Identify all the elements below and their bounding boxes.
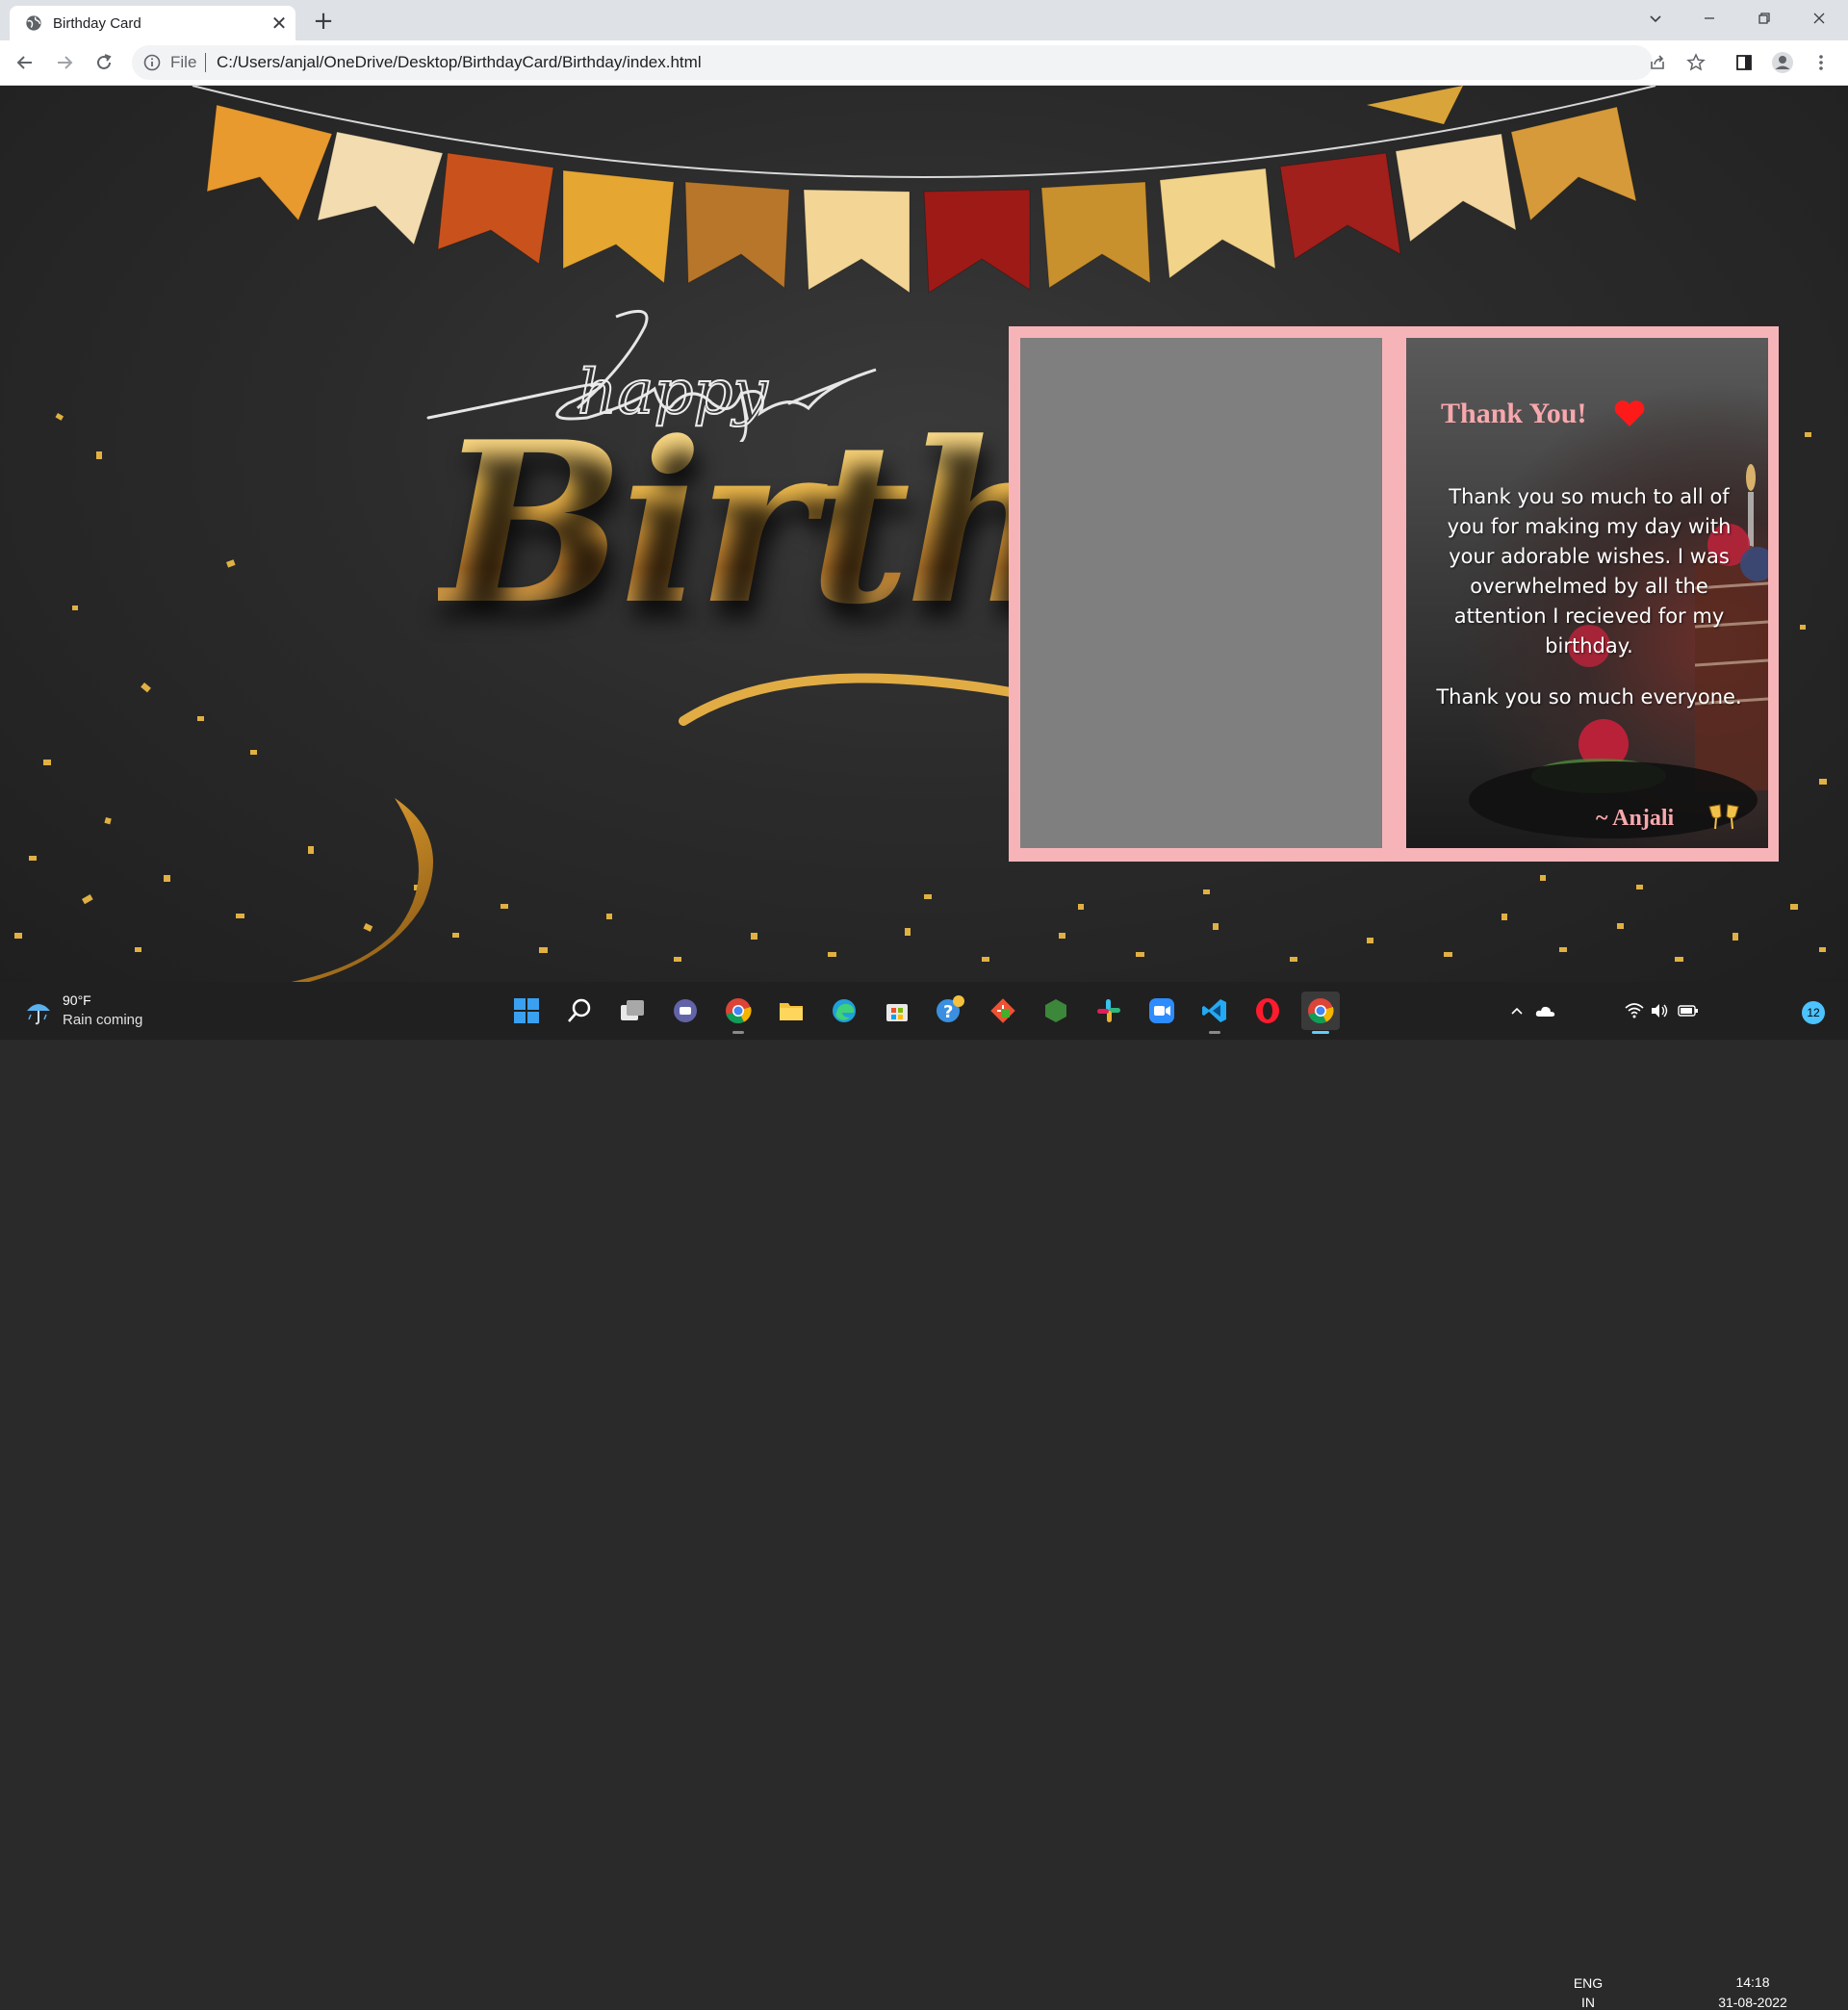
search-icon[interactable] (560, 992, 599, 1030)
zoom-icon[interactable] (1142, 992, 1181, 1030)
tab-birthday-card[interactable]: Birthday Card ✕ (10, 6, 295, 40)
globe-icon (26, 15, 41, 31)
heart-icon (1614, 400, 1645, 426)
restore-button[interactable] (1737, 0, 1791, 37)
tab-search-icon[interactable] (1629, 0, 1682, 37)
address-bar[interactable]: File C:/Users/anjal/OneDrive/Desktop/Bir… (132, 45, 1653, 80)
back-button[interactable] (10, 47, 40, 78)
volume-icon[interactable] (1646, 992, 1673, 1030)
weather-temperature[interactable]: 90°F (63, 992, 91, 1008)
new-tab-button[interactable]: + (310, 8, 337, 35)
close-tab-icon[interactable]: ✕ (268, 12, 291, 35)
card-message-paragraph-2: Thank you so much everyone. (1436, 685, 1742, 709)
onedrive-cloud-icon[interactable] (1528, 992, 1563, 1030)
windows-taskbar: 90°F Rain coming ? ENG IN 14:18 31-08-20… (0, 982, 1848, 2010)
microsoft-store-icon[interactable] (878, 992, 916, 1030)
clinking-glasses-icon (1708, 804, 1739, 830)
info-icon[interactable] (143, 54, 161, 71)
teams-chat-icon[interactable] (666, 992, 705, 1030)
url-text[interactable]: C:/Users/anjal/OneDrive/Desktop/Birthday… (217, 53, 702, 72)
svg-text:?: ? (943, 1002, 953, 1022)
side-panel-icon[interactable] (1729, 47, 1759, 78)
notification-count-badge[interactable]: 12 (1802, 1001, 1825, 1024)
forward-button[interactable] (49, 47, 80, 78)
reload-button[interactable] (89, 47, 119, 78)
share-icon[interactable] (1642, 47, 1673, 78)
slack-icon[interactable] (1090, 992, 1128, 1030)
wifi-icon[interactable] (1621, 992, 1648, 1030)
git-icon[interactable] (984, 992, 1022, 1030)
more-menu-icon[interactable] (1806, 47, 1836, 78)
vscode-icon[interactable] (1195, 992, 1234, 1034)
chrome-icon[interactable] (719, 992, 757, 1034)
battery-charging-icon[interactable] (1673, 992, 1704, 1030)
pennant-bunting-decoration (192, 86, 1656, 294)
chrome-active-icon[interactable] (1301, 992, 1340, 1034)
url-separator (205, 53, 206, 72)
birthday-page: happy Birthday Thank You! Thank you so m… (0, 86, 1848, 982)
browser-toolbar: File C:/Users/anjal/OneDrive/Desktop/Bir… (0, 40, 1848, 86)
opera-icon[interactable] (1248, 992, 1287, 1030)
language-indicator-eng[interactable]: ENG (1571, 1975, 1605, 1991)
card-front-panel (1020, 338, 1382, 848)
url-scheme-label: File (170, 53, 197, 71)
tab-title: Birthday Card (53, 15, 141, 32)
start-icon[interactable] (507, 992, 546, 1030)
card-message: Thank you so much to all of you for maki… (1435, 482, 1743, 734)
nodejs-icon[interactable] (1037, 992, 1075, 1030)
minimize-button[interactable] (1682, 0, 1736, 37)
weather-description[interactable]: Rain coming (63, 1012, 142, 1028)
card-signature: ~ Anjali (1596, 806, 1675, 831)
gold-ribbon-decoration (291, 798, 433, 982)
clock-date[interactable]: 31-08-2022 (1709, 1995, 1796, 2010)
language-indicator-in[interactable]: IN (1571, 1995, 1605, 2010)
task-view-icon[interactable] (613, 992, 652, 1030)
weather-rain-icon[interactable] (23, 995, 54, 1026)
close-window-button[interactable] (1792, 0, 1846, 37)
browser-tab-strip: Birthday Card ✕ + (0, 0, 1848, 40)
get-help-icon[interactable]: ? (931, 992, 969, 1030)
card-message-paragraph-1: Thank you so much to all of you for maki… (1447, 485, 1732, 657)
card-heading: Thank You! (1441, 398, 1587, 429)
gold-swoosh-decoration (679, 673, 1015, 726)
profile-avatar-icon[interactable] (1767, 47, 1798, 78)
bookmark-star-icon[interactable] (1681, 47, 1711, 78)
file-explorer-icon[interactable] (772, 992, 810, 1030)
clock-time[interactable]: 14:18 (1709, 1974, 1796, 1990)
card-message-panel: Thank You! Thank you so much to all of y… (1406, 338, 1768, 848)
edge-icon[interactable] (825, 992, 863, 1030)
thank-you-card: Thank You! Thank you so much to all of y… (1009, 326, 1779, 862)
